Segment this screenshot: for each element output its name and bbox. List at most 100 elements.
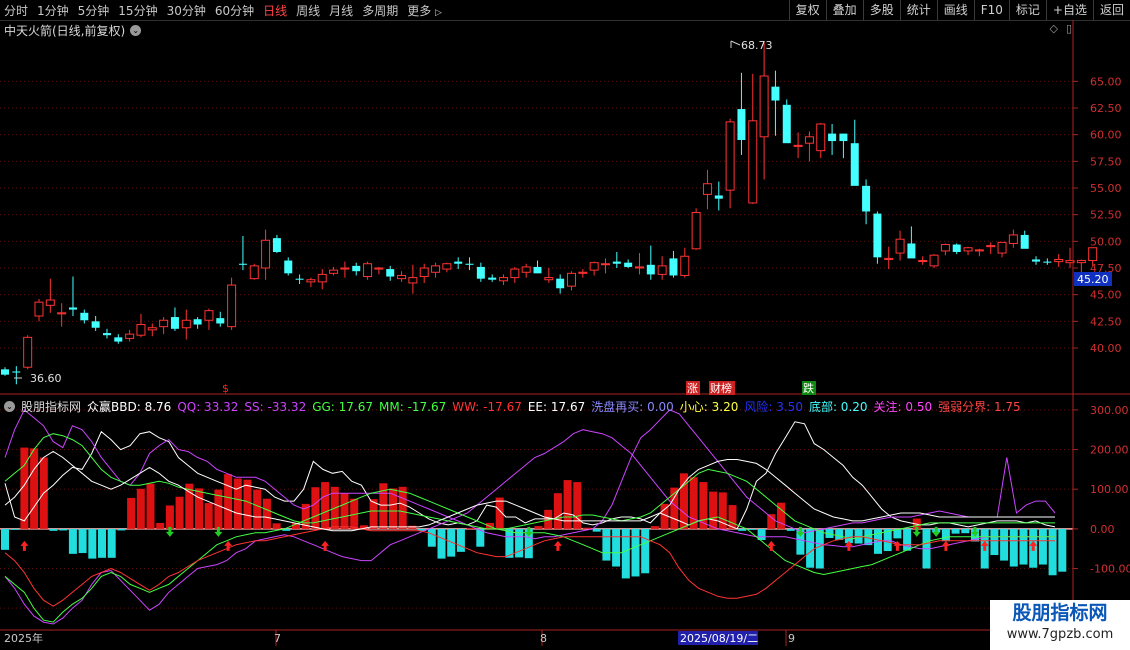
candle-body-42 <box>476 266 485 279</box>
ind-bar-24 <box>233 478 242 529</box>
ind-bar-101 <box>980 528 989 569</box>
candle-body-55 <box>624 262 633 267</box>
date-cursor-box <box>678 631 758 645</box>
ind-bar-23 <box>224 474 233 529</box>
expand-icon[interactable]: ▯ <box>1066 22 1072 35</box>
ind-bar-30 <box>292 522 300 529</box>
tab-multi-period[interactable]: 多周期 <box>362 2 398 19</box>
period-tabs: 分时 1分钟 5分钟 15分钟 30分钟 60分钟 日线 周线 月线 多周期 更… <box>4 0 442 20</box>
statistics-button[interactable]: 统计 <box>899 0 937 20</box>
tab-30min[interactable]: 30分钟 <box>167 2 206 19</box>
ind-up-arrow-7 <box>941 540 950 551</box>
candle-body-37 <box>419 267 429 278</box>
tab-more[interactable]: 更多 ▷ <box>407 2 442 19</box>
candle-body-25 <box>284 260 293 274</box>
signal-dollar: $ <box>222 382 229 395</box>
ind-bar-11 <box>107 528 116 558</box>
candle-body-83 <box>940 244 950 252</box>
f10-button[interactable]: F10 <box>973 0 1009 20</box>
signal-zhang: 涨 <box>687 382 698 395</box>
ind-bar-36 <box>350 498 359 529</box>
legend-qq: QQ: 33.32 <box>177 399 239 414</box>
candle-body-88 <box>997 241 1007 254</box>
ind-bar-80 <box>777 502 785 529</box>
ind-bar-12 <box>117 528 126 531</box>
candle-body-36 <box>408 277 418 284</box>
ind-bar-109 <box>1058 528 1067 572</box>
ind-bar-90 <box>874 528 882 554</box>
ind-bar-108 <box>1048 528 1057 576</box>
chevron-down-icon[interactable]: ⌄ <box>4 401 15 412</box>
ind-bar-84 <box>815 528 824 569</box>
multi-stock-button[interactable]: 多股 <box>862 0 900 20</box>
date-label-jul: 7 <box>274 632 281 645</box>
candle-body-81 <box>918 260 928 263</box>
ind-bar-81 <box>786 528 795 531</box>
tab-daily[interactable]: 日线 <box>263 2 287 19</box>
ind-bar-43 <box>418 528 427 531</box>
ind-bar-55 <box>534 526 543 529</box>
candle-body-11 <box>125 333 135 339</box>
ind-bar-52 <box>505 528 514 558</box>
mark-button[interactable]: 标记 <box>1008 0 1046 20</box>
tab-60min[interactable]: 60分钟 <box>215 2 254 19</box>
ind-bar-10 <box>98 528 106 558</box>
tab-15min[interactable]: 15分钟 <box>118 2 157 19</box>
ind-up-arrow-4 <box>767 540 776 551</box>
signal-die-bg <box>802 381 816 395</box>
back-button[interactable]: 返回 <box>1092 0 1130 20</box>
candle-body-78 <box>884 257 894 260</box>
ind-bar-75 <box>728 505 737 529</box>
ind-bar-22 <box>214 489 223 529</box>
ind-bar-41 <box>398 486 407 529</box>
signal-caibang-bg <box>709 381 735 395</box>
ind-down-arrow-0 <box>165 526 174 537</box>
ind-bar-102 <box>990 528 999 556</box>
tab-fenshi[interactable]: 分时 <box>4 2 28 19</box>
candle-body-2 <box>23 336 33 368</box>
ind-bar-48 <box>466 528 475 530</box>
watermark-url: www.7gpzb.com <box>1006 627 1114 642</box>
legend-ww: WW: -17.67 <box>452 399 522 414</box>
candle-body-87 <box>986 245 996 248</box>
ind-down-arrow-4 <box>912 526 921 537</box>
diamond-icon[interactable]: ◇ <box>1049 22 1057 35</box>
indicator-legend: ⌄ 股朋指标网 众赢BBD: 8.76 QQ: 33.32 SS: -33.32… <box>4 398 1021 415</box>
candle-body-91 <box>1032 259 1041 262</box>
candle-body-51 <box>578 271 588 274</box>
ind-bar-31 <box>301 503 310 529</box>
ind-tick-label-1: 200.00 <box>1090 444 1129 457</box>
ind-bar-72 <box>699 482 708 529</box>
price-tick-label-3: 47.50 <box>1090 262 1122 275</box>
ind-bar-66 <box>641 528 650 574</box>
candle-body-18 <box>204 310 214 321</box>
add-watchlist-button[interactable]: +自选 <box>1045 0 1093 20</box>
low-price-label: 36.60 <box>30 372 62 385</box>
chevron-down-icon[interactable]: ⌄ <box>130 25 142 36</box>
ind-bar-44 <box>427 528 436 547</box>
tab-weekly[interactable]: 周线 <box>296 2 320 19</box>
ind-bar-7 <box>68 528 77 554</box>
chart-corner-icons: ◇ ▯ <box>1049 22 1072 35</box>
candle-body-15 <box>170 317 179 329</box>
overlay-button[interactable]: 叠加 <box>825 0 863 20</box>
draw-line-button[interactable]: 画线 <box>936 0 974 20</box>
candle-body-1 <box>12 371 21 373</box>
ind-bar-82 <box>796 528 805 555</box>
ind-bar-32 <box>311 487 320 529</box>
date-label-year: 2025年 <box>4 631 43 645</box>
more-arrow-icon: ▷ <box>435 7 442 18</box>
candle-body-43 <box>488 277 497 280</box>
ind-line-5 <box>4 526 1055 607</box>
ind-bar-16 <box>156 522 165 529</box>
tab-5min[interactable]: 5分钟 <box>78 2 110 19</box>
tab-1min[interactable]: 1分钟 <box>37 2 69 19</box>
ind-bar-13 <box>127 497 136 529</box>
candle-body-29 <box>329 269 339 274</box>
tab-monthly[interactable]: 月线 <box>329 2 353 19</box>
ind-down-arrow-1 <box>214 526 223 537</box>
restore-rights-button[interactable]: 复权 <box>788 0 826 20</box>
ind-bar-29 <box>282 528 291 531</box>
top-toolbar: 分时 1分钟 5分钟 15分钟 30分钟 60分钟 日线 周线 月线 多周期 更… <box>0 0 1130 21</box>
candle-body-30 <box>340 267 350 270</box>
